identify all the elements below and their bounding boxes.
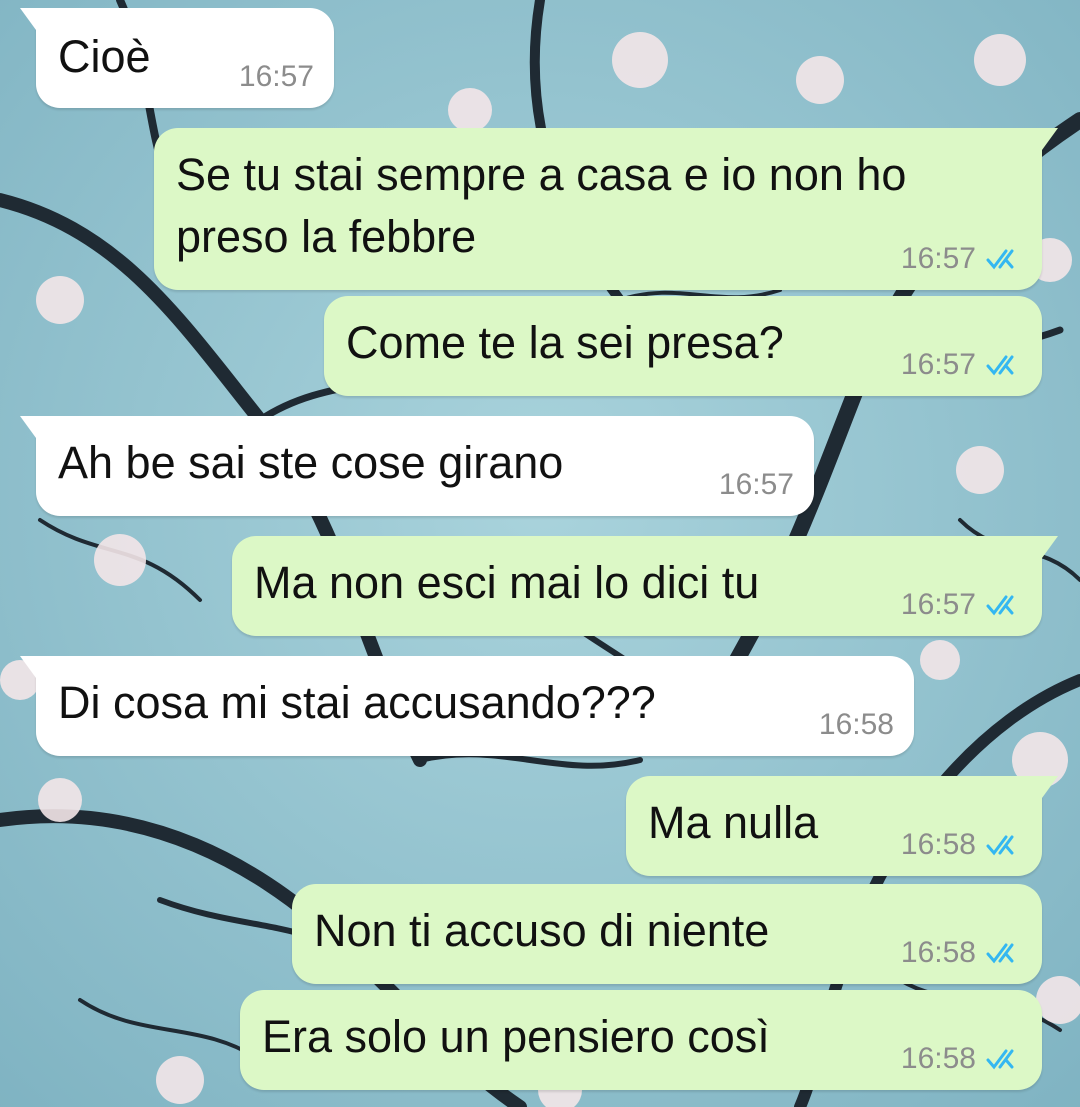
message-meta: 16:57 xyxy=(901,588,1022,622)
message-time: 16:57 xyxy=(718,468,794,501)
message-meta: 16:58 xyxy=(901,936,1022,970)
message-time: 16:57 xyxy=(238,60,314,93)
message-text: Non ti accuso di niente xyxy=(314,905,770,956)
message-text: Ma nulla xyxy=(648,797,819,848)
message-text: Cioè xyxy=(58,31,151,82)
message-bubble-outgoing[interactable]: Come te la sei presa? 16:57 xyxy=(324,296,1042,396)
message-text: Ah be sai ste cose girano xyxy=(58,437,564,488)
double-check-read-icon xyxy=(986,1049,1014,1070)
message-text: Di cosa mi stai accusando??? xyxy=(58,677,656,728)
double-check-read-icon xyxy=(986,355,1014,376)
message-time: 16:58 xyxy=(818,708,894,741)
message-bubble-outgoing[interactable]: Non ti accuso di niente 16:58 xyxy=(292,884,1042,984)
message-time: 16:58 xyxy=(900,936,976,969)
double-check-read-icon xyxy=(986,249,1014,270)
message-time: 16:58 xyxy=(900,1042,976,1075)
message-time: 16:58 xyxy=(900,828,976,861)
message-meta: 16:57 xyxy=(901,242,1022,276)
message-time: 16:57 xyxy=(900,242,976,275)
message-text: Era solo un pensiero così xyxy=(262,1011,770,1062)
double-check-read-icon xyxy=(986,943,1014,964)
message-text-line-2: preso la febbre xyxy=(176,211,477,262)
message-meta: 16:58 xyxy=(901,1042,1022,1076)
message-meta: 16:57 xyxy=(239,60,314,94)
message-bubble-outgoing[interactable]: Ma non esci mai lo dici tu 16:57 xyxy=(232,536,1058,636)
message-bubble-outgoing[interactable]: Era solo un pensiero così 16:58 xyxy=(240,990,1042,1090)
message-meta: 16:57 xyxy=(901,348,1022,382)
message-meta: 16:57 xyxy=(719,468,794,502)
message-text: Come te la sei presa? xyxy=(346,317,784,368)
message-text: Ma non esci mai lo dici tu xyxy=(254,557,760,608)
message-bubble-incoming[interactable]: Di cosa mi stai accusando??? 16:58 xyxy=(20,656,914,756)
message-time: 16:57 xyxy=(900,588,976,621)
message-bubble-incoming[interactable]: Ah be sai ste cose girano 16:57 xyxy=(20,416,814,516)
double-check-read-icon xyxy=(986,835,1014,856)
message-bubble-outgoing[interactable]: Ma nulla 16:58 xyxy=(626,776,1058,876)
double-check-read-icon xyxy=(986,595,1014,616)
message-bubble-outgoing[interactable]: Se tu stai sempre a casa e io non ho pre… xyxy=(154,128,1058,290)
message-time: 16:57 xyxy=(900,348,976,381)
message-bubble-incoming[interactable]: Cioè 16:57 xyxy=(20,8,334,108)
message-meta: 16:58 xyxy=(901,828,1022,862)
message-meta: 16:58 xyxy=(819,708,894,742)
message-text: Se tu stai sempre a casa e io non ho xyxy=(176,149,907,200)
